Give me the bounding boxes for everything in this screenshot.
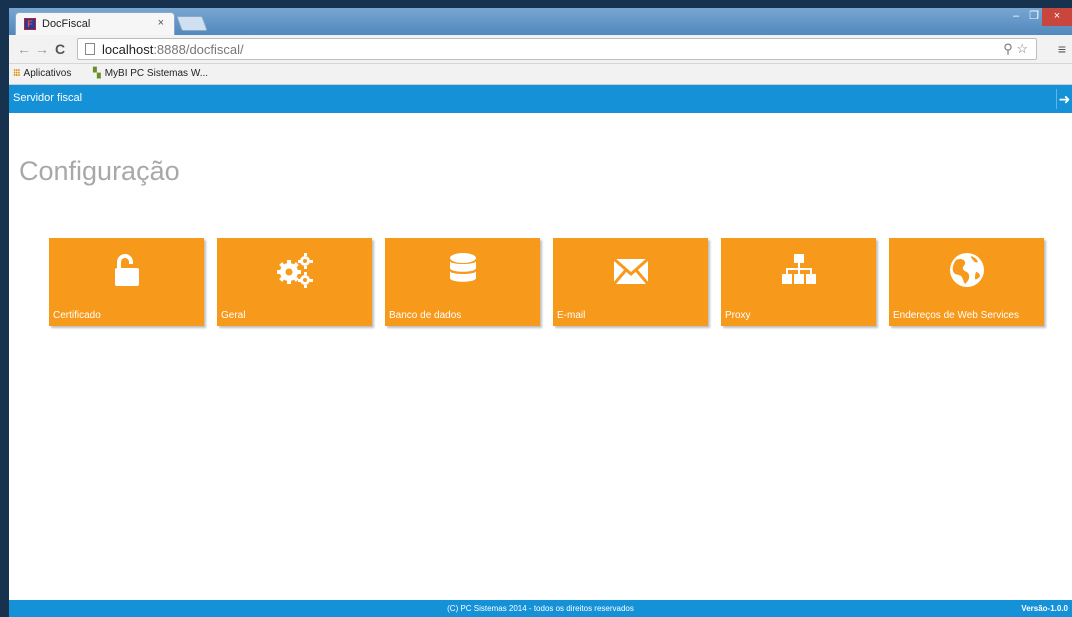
- forward-button[interactable]: →: [35, 41, 49, 57]
- back-button[interactable]: ←: [17, 41, 31, 57]
- window-close-button[interactable]: ×: [1042, 8, 1072, 26]
- gears-icon: [276, 253, 313, 288]
- tile-proxy[interactable]: Proxy: [721, 238, 876, 326]
- bookmark-mybi-label: MyBI PC Sistemas W...: [104, 68, 209, 79]
- app-header: Servidor fiscal ➜: [9, 85, 1072, 113]
- tile-label: Endereços de Web Services: [893, 310, 1019, 321]
- close-tab-icon[interactable]: ×: [158, 17, 164, 29]
- browser-window: F DocFiscal × – ❐ × ← → C localhost:8888…: [9, 8, 1072, 617]
- url-text: localhost:8888/docfiscal/: [102, 42, 244, 57]
- unlock-icon: [114, 254, 139, 286]
- footer-copyright: (C) PC Sistemas 2014 - todos os direitos…: [447, 604, 634, 613]
- bookmark-apps-label: Aplicativos: [23, 68, 72, 79]
- tile-certificado[interactable]: Certificado: [49, 238, 204, 326]
- url-host: localhost: [102, 42, 154, 57]
- envelope-icon: [612, 257, 649, 285]
- page-title: Configuração: [19, 156, 180, 186]
- apps-grid-icon: ⁝⁝⁝: [13, 68, 20, 79]
- footer: (C) PC Sistemas 2014 - todos os direitos…: [9, 600, 1072, 617]
- maximize-button[interactable]: ❐: [1026, 8, 1042, 26]
- tile-geral[interactable]: Geral: [217, 238, 372, 326]
- tile-banco-de-dados[interactable]: Banco de dados: [385, 238, 540, 326]
- globe-icon: [949, 253, 984, 287]
- tile-label: Proxy: [725, 310, 751, 321]
- page-icon: [85, 43, 95, 55]
- tile-email[interactable]: E-mail: [553, 238, 708, 326]
- config-tiles: Certificado Geral Banco de dados E-mail …: [49, 238, 1049, 326]
- browser-tab[interactable]: F DocFiscal ×: [15, 12, 175, 35]
- sitemap-icon: [781, 254, 816, 284]
- bookmark-apps[interactable]: ⁝⁝⁝ Aplicativos: [13, 68, 71, 79]
- reload-button[interactable]: C: [55, 41, 65, 57]
- tile-label: Geral: [221, 310, 246, 321]
- database-icon: [449, 253, 476, 282]
- minimize-button[interactable]: –: [1008, 8, 1024, 26]
- bookmarks-bar: ⁝⁝⁝ Aplicativos ▚ MyBI PC Sistemas W...: [9, 64, 1072, 85]
- back-arrow-icon[interactable]: ➜: [1056, 89, 1072, 109]
- address-toolbar: ← → C localhost:8888/docfiscal/ ⚲ ☆ ≡: [9, 35, 1072, 64]
- app-title: Servidor fiscal: [13, 92, 83, 104]
- tile-label: Certificado: [53, 310, 101, 321]
- url-path: :8888/docfiscal/: [153, 42, 244, 57]
- new-tab-button[interactable]: [176, 16, 208, 31]
- bookmark-mybi[interactable]: ▚ MyBI PC Sistemas W...: [93, 68, 208, 79]
- version-label: Versão-1.0.0: [1021, 604, 1068, 613]
- favicon-icon: F: [24, 18, 36, 30]
- tile-label: Banco de dados: [389, 310, 462, 321]
- tile-label: E-mail: [557, 310, 586, 321]
- mybi-favicon-icon: ▚: [93, 68, 101, 79]
- browser-menu-icon[interactable]: ≡: [1058, 41, 1066, 57]
- address-bar[interactable]: localhost:8888/docfiscal/ ⚲ ☆: [77, 38, 1037, 60]
- tab-title: DocFiscal: [42, 18, 91, 30]
- tile-web-services[interactable]: Endereços de Web Services: [889, 238, 1044, 326]
- zoom-bookmark-star-icon[interactable]: ⚲ ☆: [1003, 41, 1028, 57]
- tab-bar: F DocFiscal × – ❐ ×: [9, 8, 1072, 35]
